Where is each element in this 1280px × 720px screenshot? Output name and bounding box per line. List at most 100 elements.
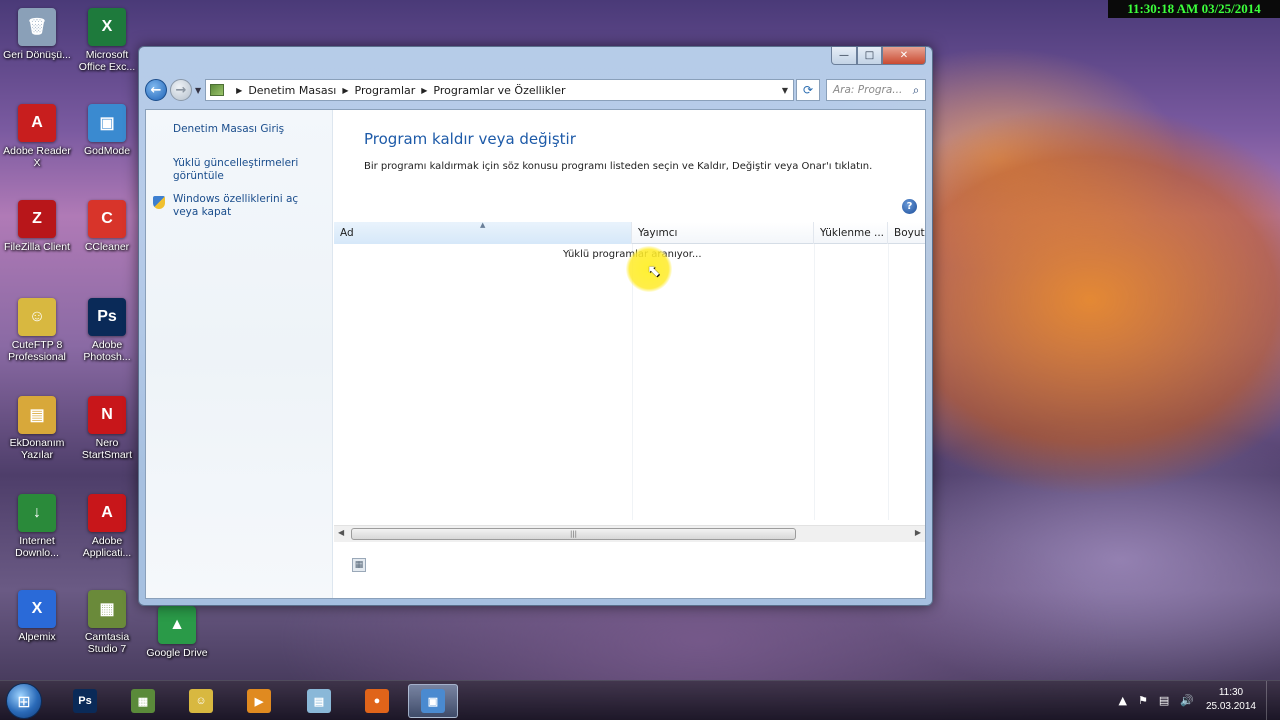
scroll-left-icon[interactable]: ◀ — [338, 528, 344, 537]
address-bar[interactable]: ▶ Denetim Masası ▶ Programlar ▶ Programl… — [205, 79, 794, 101]
windows-features-link[interactable]: Windows özelliklerini aç veya kapat — [173, 193, 323, 219]
filezilla-icon: Z — [18, 200, 56, 238]
action-center-flag-icon[interactable]: ⚑ — [1138, 694, 1148, 707]
mouse-cursor-icon: ⬉ — [647, 261, 661, 280]
adobe-reader-icon: A — [18, 104, 56, 142]
scroll-right-icon[interactable]: ▶ — [915, 528, 921, 537]
taskbar-date: 25.03.2014 — [1205, 701, 1256, 712]
desktop-icon-label: Google Drive — [146, 647, 208, 659]
desktop-icon-label: GodMode — [83, 145, 131, 157]
notepad-icon: ▤ — [307, 689, 331, 713]
desktop-icon[interactable]: ▤ EkDonanım Yazılar — [2, 396, 72, 461]
breadcrumb-programs[interactable]: Programlar — [355, 84, 416, 97]
minimize-button[interactable]: — — [831, 47, 857, 65]
maximize-button[interactable]: □ — [857, 47, 882, 65]
desktop-icon[interactable]: ▦ Camtasia Studio 7 — [72, 590, 142, 655]
navigation-bar: ← → ▼ ▶ Denetim Masası ▶ Programlar ▶ Pr… — [145, 77, 926, 103]
view-installed-updates-link[interactable]: Yüklü güncelleştirmeleri görüntüle — [173, 157, 303, 183]
network-icon[interactable]: ▤ — [1159, 694, 1169, 707]
google-drive-icon: ▲ — [158, 606, 196, 644]
desktop-icon[interactable]: X Alpemix — [2, 590, 72, 643]
desktop-icon[interactable]: A Adobe Applicati... — [72, 494, 142, 559]
close-button[interactable]: ✕ — [882, 47, 926, 65]
details-pane-icon: ▦ — [352, 558, 366, 572]
media-player-icon: ▶ — [247, 689, 271, 713]
task-pane: Denetim Masası Giriş Yüklü güncelleştirm… — [146, 110, 333, 598]
taskbar-button[interactable]: Ps — [60, 684, 110, 718]
folder-icon: ▤ — [18, 396, 56, 434]
desktop-icon-label: Geri Dönüşü... — [3, 49, 71, 61]
taskbar-button[interactable]: ▶ — [234, 684, 284, 718]
control-panel-icon — [210, 84, 225, 96]
photoshop-icon: Ps — [73, 689, 97, 713]
chevron-right-icon[interactable]: ▶ — [236, 86, 242, 95]
refresh-button[interactable]: ⟳ — [796, 79, 820, 101]
page-description: Bir programı kaldırmak için söz konusu p… — [364, 161, 873, 172]
taskbar-button[interactable]: ▤ — [294, 684, 344, 718]
godmode-icon: ▣ — [88, 104, 126, 142]
alpemix-icon: X — [18, 590, 56, 628]
photoshop-icon: Ps — [88, 298, 126, 336]
recycle-bin-icon: 🗑 — [18, 8, 56, 46]
adobe-application-manager-icon: A — [88, 494, 126, 532]
back-button[interactable]: ← — [145, 79, 167, 101]
address-dropdown-icon[interactable]: ▼ — [777, 86, 793, 95]
desktop-icon[interactable]: X Microsoft Office Exc... — [72, 8, 142, 73]
uac-shield-icon — [153, 196, 165, 209]
desktop-icon[interactable]: N Nero StartSmart — [72, 396, 142, 461]
column-installed-on[interactable]: Yüklenme ... — [814, 222, 888, 244]
desktop-icon[interactable]: ↓ Internet Downlo... — [2, 494, 72, 559]
system-tray: ▲ ⚑ ▤ 🔊 — [1119, 694, 1194, 707]
nero-icon: N — [88, 396, 126, 434]
breadcrumb-control-panel[interactable]: Denetim Masası — [248, 84, 336, 97]
start-button[interactable]: ⊞ — [6, 683, 42, 719]
taskbar-clock[interactable]: 11:30 25.03.2014 — [1206, 686, 1256, 714]
horizontal-scrollbar[interactable]: ◀ ||| ▶ — [334, 525, 925, 542]
column-size[interactable]: Boyut — [888, 222, 938, 244]
search-input[interactable]: Ara: Progra... ⌕ — [826, 79, 926, 101]
column-publisher[interactable]: Yayımcı — [632, 222, 814, 244]
breadcrumb-programs-and-features[interactable]: Programlar ve Özellikler — [433, 84, 565, 97]
desktop-icon[interactable]: Z FileZilla Client — [2, 200, 72, 253]
help-icon[interactable]: ? — [902, 199, 917, 214]
desktop-icon-label: Alpemix — [18, 631, 56, 643]
chevron-right-icon[interactable]: ▶ — [342, 86, 348, 95]
column-name[interactable]: ▲ Ad — [334, 221, 632, 244]
volume-icon[interactable]: 🔊 — [1180, 694, 1194, 707]
column-divider — [814, 244, 815, 520]
taskbar-time: 11:30 — [1218, 687, 1244, 698]
taskbar-button[interactable]: ▦ — [118, 684, 168, 718]
ccleaner-icon: C — [88, 200, 126, 238]
desktop-icon[interactable]: A Adobe Reader X — [2, 104, 72, 169]
desktop-icon-label: FileZilla Client — [4, 241, 70, 253]
search-placeholder: Ara: Progra... — [833, 84, 903, 96]
show-hidden-icons[interactable]: ▲ — [1119, 694, 1127, 707]
scrollbar-thumb[interactable]: ||| — [351, 528, 796, 540]
programs-and-features-window[interactable]: — □ ✕ ← → ▼ ▶ Denetim Masası ▶ Programla… — [138, 46, 933, 606]
taskbar: ⊞ Ps ▦ ☺ ▶ ▤ ● ▣ ▲ ⚑ ▤ 🔊 11:30 25.03.2014 — [0, 680, 1280, 720]
cuteftp-icon: ☺ — [18, 298, 56, 336]
forward-button[interactable]: → — [170, 79, 192, 101]
taskbar-button[interactable]: ☺ — [176, 684, 226, 718]
window-caption-buttons: — □ ✕ — [831, 47, 926, 65]
desktop-icon-label: Adobe Applicati... — [82, 535, 132, 559]
chevron-right-icon[interactable]: ▶ — [421, 86, 427, 95]
desktop-icon[interactable]: C CCleaner — [72, 200, 142, 253]
desktop-icon[interactable]: 🗑 Geri Dönüşü... — [2, 8, 72, 61]
column-name-label: Ad — [340, 227, 354, 239]
control-panel-home-link[interactable]: Denetim Masası Giriş — [173, 123, 323, 136]
desktop-icon-label: Camtasia Studio 7 — [84, 631, 130, 655]
search-icon[interactable]: ⌕ — [907, 83, 925, 98]
show-desktop-button[interactable] — [1266, 681, 1280, 720]
recent-pages-dropdown[interactable]: ▼ — [195, 86, 201, 95]
taskbar-button[interactable]: ▣ — [408, 684, 458, 718]
desktop-icon[interactable]: ▣ GodMode — [72, 104, 142, 157]
column-divider — [888, 244, 889, 520]
desktop-icon[interactable]: Ps Adobe Photosh... — [72, 298, 142, 363]
desktop-icon[interactable]: ☺ CuteFTP 8 Professional — [2, 298, 72, 363]
desktop-icon-label: Internet Downlo... — [15, 535, 59, 559]
taskbar-button[interactable]: ● — [352, 684, 402, 718]
desktop-icon[interactable]: ▲ Google Drive — [142, 606, 212, 659]
camtasia-icon: ▦ — [131, 689, 155, 713]
desktop-icon-label: CuteFTP 8 Professional — [8, 339, 66, 363]
